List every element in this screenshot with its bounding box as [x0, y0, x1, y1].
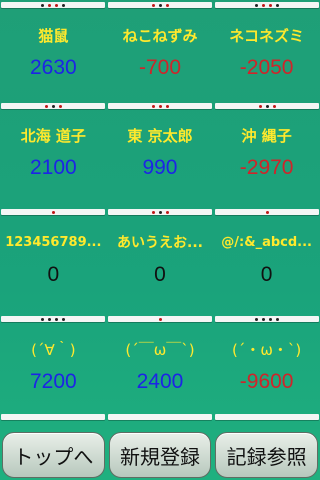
- player-score: 7200: [29, 370, 77, 393]
- tile-icon: [215, 209, 319, 215]
- player-name: (´・ω・`): [232, 341, 302, 359]
- player-score: 2630: [29, 56, 77, 79]
- tile-divider-2: [0, 103, 320, 109]
- tile-icon: [1, 103, 105, 109]
- player-cell[interactable]: あいうえお... 0: [107, 234, 214, 288]
- tile-icon: [108, 316, 212, 322]
- player-cell[interactable]: 沖 縄子 -2970: [213, 127, 320, 181]
- player-name: (´￣ω￣`): [125, 341, 195, 359]
- new-registration-button[interactable]: 新規登録: [108, 432, 212, 478]
- view-records-button[interactable]: 記録参照: [215, 432, 319, 478]
- tile-icon: [215, 103, 319, 109]
- tile-divider-3: [0, 209, 320, 215]
- player-cell[interactable]: ネコネズミ -2050: [213, 27, 320, 81]
- player-score: -700: [138, 56, 181, 79]
- player-name: (´∀｀): [31, 341, 76, 359]
- player-name: ねこねずみ: [122, 27, 198, 45]
- player-name: 沖 縄子: [241, 127, 292, 145]
- player-cell[interactable]: @/:&_abcd... 0: [213, 234, 320, 288]
- player-score: -2970: [239, 156, 294, 179]
- player-row-3: 123456789... 0 あいうえお... 0 @/:&_abcd... 0: [0, 234, 320, 288]
- player-name: @/:&_abcd...: [221, 235, 312, 250]
- tile-icon: [215, 414, 319, 420]
- player-name: ネコネズミ: [229, 27, 304, 45]
- tile-icon: [1, 209, 105, 215]
- player-cell[interactable]: 東 京太郎 990: [107, 127, 214, 181]
- player-row-2: 北海 道子 2100 東 京太郎 990 沖 縄子 -2970: [0, 127, 320, 181]
- player-name: 123456789...: [5, 235, 102, 250]
- tile-icon: [1, 316, 105, 322]
- tile-icon: [108, 2, 212, 8]
- top-button[interactable]: トップへ: [2, 432, 105, 478]
- tile-divider-4: [0, 316, 320, 322]
- player-score: 2400: [136, 370, 184, 393]
- player-name: 北海 道子: [20, 127, 86, 145]
- player-cell[interactable]: ねこねずみ -700: [107, 27, 214, 81]
- player-cell[interactable]: 123456789... 0: [0, 234, 107, 288]
- player-score: 0: [47, 263, 60, 286]
- player-row-4: (´∀｀) 7200 (´￣ω￣`) 2400 (´・ω・`) -9600: [0, 341, 320, 395]
- player-name: 東 京太郎: [127, 127, 193, 145]
- player-name: 猫鼠: [38, 27, 69, 45]
- tile-icon: [1, 2, 105, 8]
- player-cell[interactable]: 北海 道子 2100: [0, 127, 107, 181]
- player-score: 2100: [29, 156, 77, 179]
- player-cell[interactable]: 猫鼠 2630: [0, 27, 107, 81]
- tile-icon: [108, 209, 212, 215]
- tile-divider-1: [0, 2, 320, 8]
- player-cell[interactable]: (´・ω・`) -9600: [213, 341, 320, 395]
- player-score: 0: [260, 263, 273, 286]
- player-score: 0: [154, 263, 166, 286]
- tile-icon: [108, 414, 212, 420]
- tile-icon: [108, 103, 212, 109]
- player-cell[interactable]: (´￣ω￣`) 2400: [107, 341, 214, 395]
- player-row-1: 猫鼠 2630 ねこねずみ -700 ネコネズミ -2050: [0, 27, 320, 81]
- player-name: あいうえお...: [117, 235, 203, 251]
- player-score: -2050: [239, 56, 294, 79]
- tile-icon: [1, 414, 105, 420]
- tile-icon: [215, 2, 319, 8]
- player-score: -9600: [239, 370, 294, 393]
- bottom-toolbar: トップへ 新規登録 記録参照: [0, 430, 320, 480]
- tile-icon: [215, 316, 319, 322]
- player-score: 990: [142, 156, 178, 179]
- player-cell[interactable]: (´∀｀) 7200: [0, 341, 107, 395]
- tile-divider-5: [0, 414, 320, 420]
